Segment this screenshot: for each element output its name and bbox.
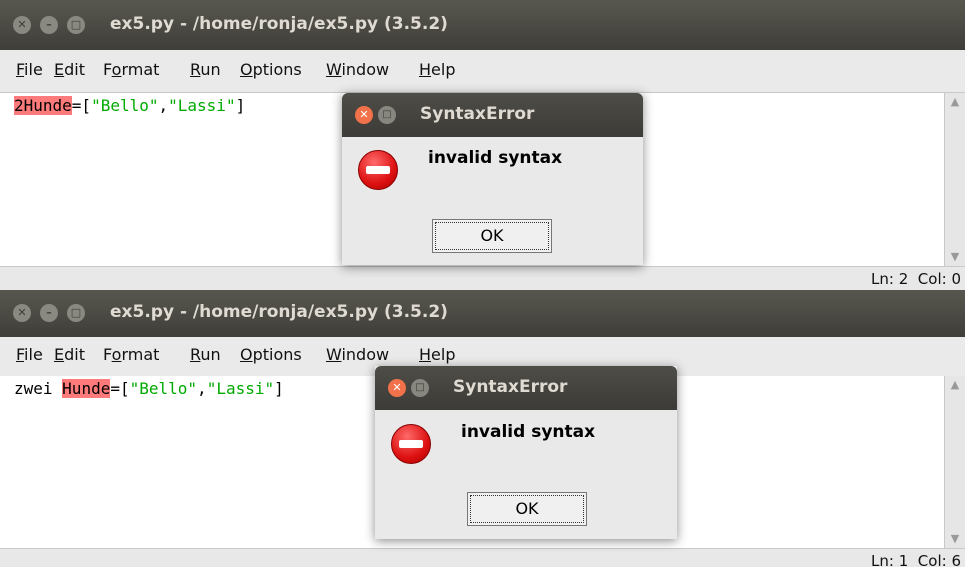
menu-options[interactable]: Options — [240, 60, 302, 79]
ok-button[interactable]: OK — [432, 219, 552, 253]
scroll-down-icon[interactable]: ▼ — [947, 250, 963, 264]
string-literal: "Lassi" — [168, 96, 236, 115]
menu-help[interactable]: Help — [419, 60, 455, 79]
maximize-icon[interactable]: □ — [67, 16, 85, 34]
menu-options[interactable]: Options — [240, 345, 302, 364]
menu-file[interactable]: File — [16, 345, 43, 364]
syntax-error-highlight: Hunde — [62, 379, 111, 398]
scroll-down-icon[interactable]: ▼ — [947, 532, 963, 546]
menu-edit[interactable]: Edit — [54, 60, 85, 79]
menu-run[interactable]: Run — [190, 345, 221, 364]
minimize-icon[interactable]: □ — [411, 379, 429, 397]
status-bar: Ln: 2 Col: 0 — [0, 266, 965, 290]
menu-format[interactable]: Format — [103, 60, 159, 79]
cursor-position: Ln: 1 Col: 6 — [871, 552, 961, 567]
ok-label: OK — [480, 226, 504, 245]
ok-button[interactable]: OK — [467, 492, 587, 526]
dialog-title: SyntaxError — [420, 104, 535, 124]
syntax-error-dialog: ✕ □ SyntaxError invalid syntax OK — [375, 366, 677, 539]
scroll-up-icon[interactable]: ▲ — [947, 95, 963, 109]
code-end: ] — [274, 379, 284, 398]
menu-window[interactable]: Window — [326, 60, 389, 79]
syntax-error-highlight: 2Hunde — [14, 96, 72, 115]
close-icon[interactable]: ✕ — [13, 16, 31, 34]
menu-format[interactable]: Format — [103, 345, 159, 364]
dialog-message: invalid syntax — [428, 148, 563, 168]
menu-help[interactable]: Help — [419, 345, 455, 364]
window-title: ex5.py - /home/ronja/ex5.py (3.5.2) — [110, 302, 448, 322]
status-bar: Ln: 1 Col: 6 — [0, 548, 965, 567]
dialog-titlebar[interactable]: ✕ □ SyntaxError — [375, 366, 677, 410]
vertical-scrollbar[interactable]: ▲ ▼ — [944, 93, 965, 266]
close-icon[interactable]: ✕ — [13, 304, 31, 322]
code-line: zwei Hunde=["Bello","Lassi"] — [14, 379, 284, 398]
code-comma: , — [197, 379, 207, 398]
code-prefix: zwei — [14, 379, 63, 398]
menu-bar: File Edit Format Run Options Window Help — [0, 50, 965, 93]
maximize-icon[interactable]: □ — [67, 304, 85, 322]
close-icon[interactable]: ✕ — [355, 106, 373, 124]
error-icon — [358, 150, 398, 190]
error-icon — [391, 424, 431, 464]
code-assign: =[ — [110, 379, 130, 398]
scroll-up-icon[interactable]: ▲ — [947, 378, 963, 392]
cursor-position: Ln: 2 Col: 0 — [871, 270, 961, 288]
string-literal: "Bello" — [91, 96, 159, 115]
menu-window[interactable]: Window — [326, 345, 389, 364]
window-title: ex5.py - /home/ronja/ex5.py (3.5.2) — [110, 14, 448, 34]
dialog-message: invalid syntax — [461, 422, 596, 442]
code-line: 2Hunde=["Bello","Lassi"] — [14, 96, 245, 115]
string-literal: "Bello" — [129, 379, 198, 398]
code-comma: , — [158, 96, 169, 115]
dialog-titlebar[interactable]: ✕ □ SyntaxError — [342, 93, 643, 137]
menu-file[interactable]: File — [16, 60, 43, 79]
code-end: ] — [235, 96, 246, 115]
dialog-title: SyntaxError — [453, 377, 568, 397]
minimize-icon[interactable]: – — [40, 304, 58, 322]
vertical-scrollbar[interactable]: ▲ ▼ — [944, 376, 965, 548]
code-assign: =[ — [71, 96, 92, 115]
window-titlebar[interactable]: ✕ – □ ex5.py - /home/ronja/ex5.py (3.5.2… — [0, 0, 965, 50]
string-literal: "Lassi" — [206, 379, 275, 398]
syntax-error-dialog: ✕ □ SyntaxError invalid syntax OK — [342, 93, 643, 265]
menu-edit[interactable]: Edit — [54, 345, 85, 364]
menu-run[interactable]: Run — [190, 60, 221, 79]
ok-label: OK — [515, 499, 539, 518]
minimize-icon[interactable]: □ — [378, 106, 396, 124]
window-titlebar[interactable]: ✕ – □ ex5.py - /home/ronja/ex5.py (3.5.2… — [0, 290, 965, 337]
close-icon[interactable]: ✕ — [388, 379, 406, 397]
minimize-icon[interactable]: – — [40, 16, 58, 34]
